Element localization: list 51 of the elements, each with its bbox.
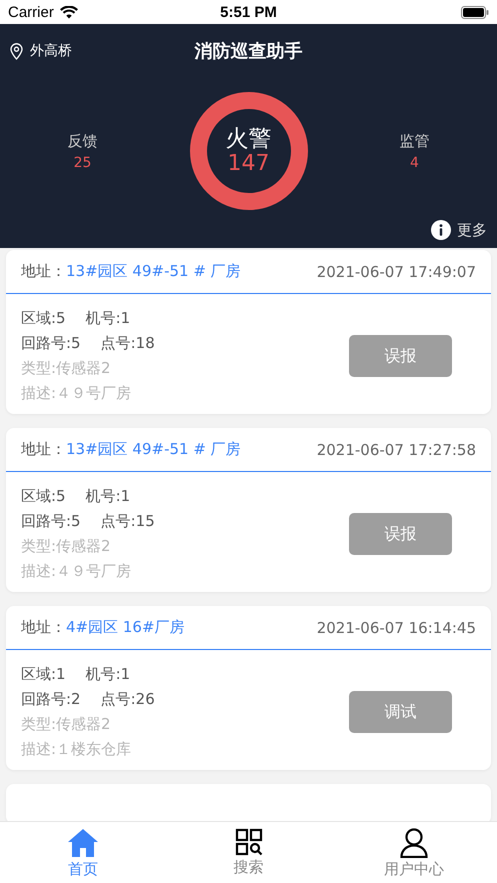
loop-text: 回路号:5 — [21, 334, 81, 353]
description-text: 描述:１楼东仓库 — [21, 739, 132, 760]
loop-text: 回路号:2 — [21, 690, 81, 709]
tab-label[interactable]: 搜索 — [234, 858, 264, 877]
address-label: 地址： — [21, 440, 66, 459]
zone-text: 区域:5 — [21, 487, 66, 506]
loop-text: 回路号:5 — [21, 512, 81, 531]
alarm-label: 火警 — [226, 126, 272, 152]
stat-label: 监管 — [400, 132, 430, 150]
action-button[interactable]: 误报 — [349, 513, 452, 555]
zone-text: 区域:1 — [21, 665, 66, 684]
stat-label: 反馈 — [68, 132, 98, 150]
alarm-time: 2021-06-07 16:14:45 — [316, 618, 476, 636]
tab-label[interactable]: 首页 — [68, 860, 98, 879]
alarm-count: 147 — [228, 152, 270, 176]
alarm-time: 2021-06-07 17:49:07 — [316, 262, 476, 280]
point-text: 点号:26 — [100, 690, 155, 709]
machine-text: 机号:1 — [86, 665, 130, 684]
action-button[interactable]: 调试 — [349, 691, 452, 733]
type-text: 类型:传感器2 — [21, 536, 112, 557]
address-value: 13#园区 49#-51 # 厂房 — [66, 262, 241, 281]
more-link[interactable]: 更多 — [457, 220, 487, 240]
wifi-icon — [60, 6, 78, 18]
type-text: 类型:传感器2 — [21, 358, 112, 379]
zone-text: 区域:5 — [21, 309, 66, 328]
address-label: 地址： — [21, 262, 66, 281]
point-text: 点号:15 — [100, 512, 155, 531]
battery-icon — [460, 6, 489, 18]
address-value: 13#园区 49#-51 # 厂房 — [66, 440, 241, 459]
status-time: 5:51 PM — [220, 4, 277, 20]
point-text: 点号:18 — [100, 334, 155, 353]
type-text: 类型:传感器2 — [21, 714, 112, 735]
address-value: 4#园区 16#厂房 — [66, 618, 185, 637]
location-pin-icon — [10, 42, 23, 60]
alarm-time: 2021-06-07 17:27:58 — [316, 440, 476, 458]
user-icon[interactable] — [400, 828, 428, 858]
stat-count: 4 — [410, 154, 419, 170]
carrier-label: Carrier — [8, 4, 54, 20]
address-label: 地址： — [21, 618, 66, 637]
tab-label[interactable]: 用户中心 — [384, 860, 444, 879]
app-title: 消防巡查助手 — [193, 40, 304, 63]
description-text: 描述:４９号厂房 — [21, 561, 132, 582]
machine-text: 机号:1 — [86, 487, 130, 506]
action-button[interactable]: 误报 — [349, 335, 452, 377]
stat-count: 25 — [74, 154, 92, 170]
grid-search-icon[interactable] — [234, 828, 262, 856]
location-label[interactable]: 外高桥 — [30, 42, 72, 60]
info-icon[interactable] — [431, 220, 451, 240]
description-text: 描述:４９号厂房 — [21, 383, 132, 404]
machine-text: 机号:1 — [86, 309, 130, 328]
home-icon[interactable] — [66, 828, 99, 858]
